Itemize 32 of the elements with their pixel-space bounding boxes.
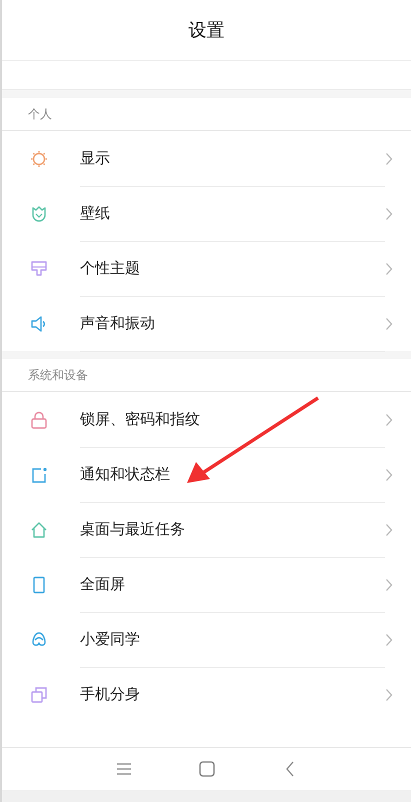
chevron-right-icon bbox=[385, 206, 393, 220]
settings-item[interactable]: 锁屏、密码和指纹 bbox=[2, 392, 411, 447]
item-label: 小爱同学 bbox=[80, 612, 385, 668]
chevron-right-icon bbox=[385, 152, 393, 166]
settings-item[interactable]: 全面屏 bbox=[2, 557, 411, 612]
chevron-right-icon bbox=[385, 688, 393, 702]
item-label: 个性主题 bbox=[80, 240, 385, 296]
item-label: 壁纸 bbox=[80, 186, 385, 242]
settings-item[interactable]: 个性主题 bbox=[2, 241, 411, 296]
chevron-right-icon bbox=[385, 412, 393, 426]
item-label: 锁屏、密码和指纹 bbox=[80, 392, 385, 448]
page-title: 设置 bbox=[188, 19, 224, 42]
menu-icon[interactable] bbox=[116, 762, 132, 776]
settings-item[interactable]: 显示 bbox=[2, 131, 411, 186]
chevron-right-icon bbox=[385, 316, 393, 330]
home-button-icon[interactable] bbox=[198, 761, 214, 777]
item-label: 全面屏 bbox=[80, 556, 385, 612]
settings-item[interactable]: 桌面与最近任务 bbox=[2, 502, 411, 557]
back-icon[interactable] bbox=[284, 761, 294, 777]
settings-item[interactable]: 小爱同学 bbox=[2, 612, 411, 667]
section-header: 系统和设备 bbox=[2, 359, 411, 392]
item-label: 声音和振动 bbox=[80, 296, 385, 352]
chevron-right-icon bbox=[385, 632, 393, 646]
chevron-right-icon bbox=[385, 262, 393, 276]
chevron-right-icon bbox=[385, 522, 393, 536]
section-header: 个人 bbox=[2, 98, 411, 131]
settings-item[interactable]: 壁纸 bbox=[2, 186, 411, 241]
settings-item[interactable]: 声音和振动 bbox=[2, 296, 411, 351]
chevron-right-icon bbox=[385, 578, 393, 592]
chevron-right-icon bbox=[385, 468, 393, 482]
item-label: 显示 bbox=[80, 130, 385, 186]
item-label: 桌面与最近任务 bbox=[80, 502, 385, 558]
